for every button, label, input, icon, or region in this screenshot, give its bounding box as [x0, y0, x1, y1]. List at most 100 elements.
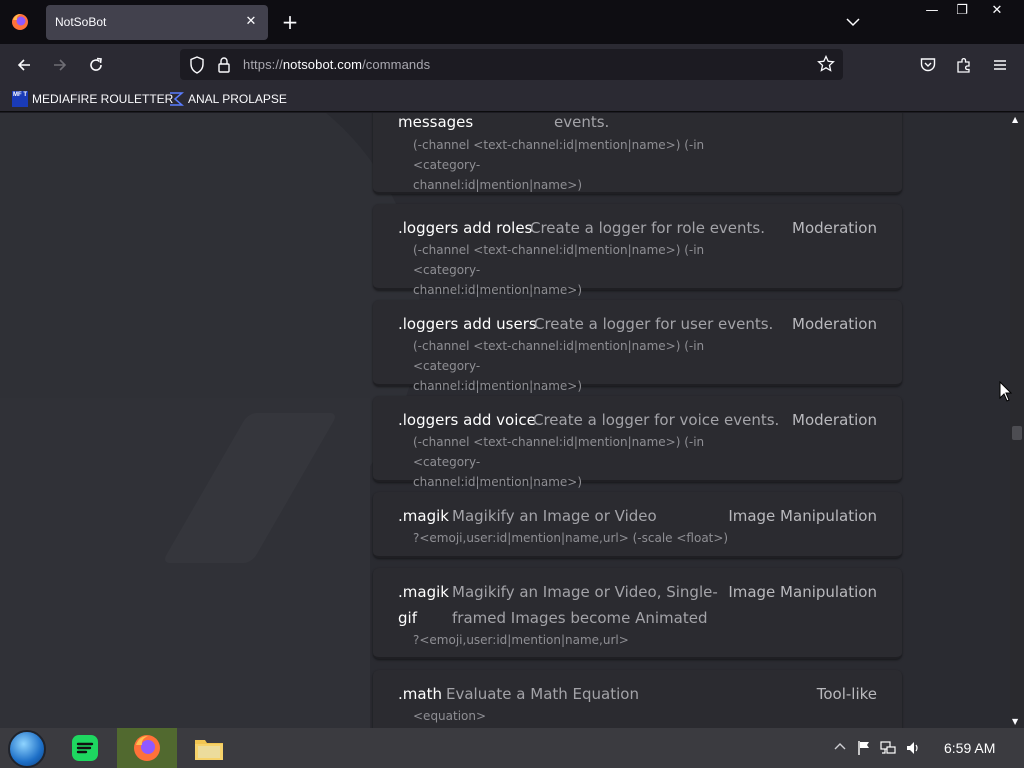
command-category: Tool-like [816, 685, 877, 703]
usage-line: (-channel <text-channel:id|mention|name>… [413, 339, 705, 373]
command-name-line2: messages [398, 113, 474, 131]
command-description: events. [554, 113, 610, 131]
usage-line: channel:id|mention|name>) [413, 379, 582, 393]
forward-button[interactable] [48, 53, 72, 77]
close-tab-icon[interactable]: ✕ [242, 13, 260, 31]
spotify-icon [72, 735, 98, 761]
usage-line: (-channel <text-channel:id|mention|name>… [413, 435, 705, 469]
restore-button[interactable]: ❐ [948, 2, 976, 22]
taskbar-file-explorer[interactable] [179, 728, 239, 768]
command-card: .magik gif Magikify an Image or Video, S… [373, 568, 902, 659]
new-tab-button[interactable]: + [279, 11, 301, 33]
command-description-line2: framed Images become Animated [452, 609, 708, 627]
bookmark-anal-prolapse[interactable]: ANAL PROLAPSE [168, 89, 287, 109]
usage-line: (-channel <text-channel:id|mention|name>… [413, 243, 705, 277]
usage-line: ?<emoji,user:id|mention|name,url> [413, 633, 629, 647]
command-name: .math [398, 685, 442, 703]
command-usage: (-channel <text-channel:id|mention|name>… [413, 135, 753, 195]
bookmark-label: MEDIAFIRE ROULETTER [32, 92, 174, 106]
url-bar[interactable]: https://notsobot.com/commands [180, 49, 843, 80]
command-card: messages events. (-channel <text-channel… [373, 113, 902, 194]
url-path: /commands [362, 57, 431, 72]
page-scrollbar[interactable]: ▲ ▼ [1010, 113, 1024, 728]
command-name-line2: gif [398, 609, 417, 627]
firefox-icon [134, 735, 160, 761]
pocket-button[interactable] [916, 53, 940, 77]
url-text[interactable]: https://notsobot.com/commands [243, 57, 430, 72]
back-arrow-icon [17, 59, 30, 71]
command-name: .loggers add voice [398, 411, 536, 429]
command-description: Evaluate a Math Equation [446, 685, 639, 703]
mouse-cursor-icon [999, 381, 1013, 402]
command-usage: (-channel <text-channel:id|mention|name>… [413, 432, 753, 492]
bookmarks-toolbar: MF T MEDIAFIRE ROULETTER ANAL PROLAPSE [0, 85, 1024, 112]
back-button[interactable] [12, 53, 36, 77]
command-card: .loggers add voice Create a logger for v… [373, 396, 902, 489]
scroll-up-icon[interactable]: ▲ [1012, 115, 1018, 124]
bookmark-star-icon[interactable] [817, 55, 835, 73]
command-card: .loggers add users Create a logger for u… [373, 300, 902, 393]
command-category: Image Manipulation [728, 507, 877, 525]
usage-line: <equation> [413, 709, 487, 723]
tab-title: NotSoBot [55, 15, 107, 29]
command-name: .loggers add roles [398, 219, 533, 237]
menu-button[interactable] [988, 53, 1012, 77]
bookmark-label: ANAL PROLAPSE [188, 92, 287, 106]
volume-icon[interactable] [905, 740, 921, 760]
url-prefix: https:// [243, 57, 283, 72]
folder-icon [195, 740, 223, 760]
tab-notsobot[interactable]: NotSoBot ✕ [46, 5, 268, 40]
reload-icon [90, 57, 102, 71]
command-usage: ?<emoji,user:id|mention|name,url> [413, 630, 753, 650]
scrollbar-thumb[interactable] [1012, 426, 1022, 440]
command-usage: (-channel <text-channel:id|mention|name>… [413, 336, 753, 396]
network-icon[interactable] [880, 740, 896, 760]
taskbar-spotify[interactable] [55, 728, 115, 768]
mediafire-icon: MF T [12, 91, 28, 107]
close-window-button[interactable]: ✕ [983, 2, 1011, 22]
pocket-icon [920, 58, 936, 72]
command-card: .magik Magikify an Image or Video Image … [373, 492, 902, 558]
command-category: Moderation [792, 315, 877, 333]
command-usage: <equation> [413, 706, 753, 726]
command-category: Image Manipulation [728, 583, 877, 601]
lock-icon[interactable] [217, 56, 231, 74]
command-name: .loggers add users [398, 315, 537, 333]
command-category: Moderation [792, 411, 877, 429]
command-name: .magik [398, 583, 449, 601]
minimize-button[interactable]: — [918, 2, 946, 22]
usage-line: channel:id|mention|name>) [413, 283, 582, 297]
command-description: Create a logger for role events. [530, 219, 765, 237]
usage-line: ?<emoji,user:id|mention|name,url> (-scal… [413, 531, 729, 545]
command-category: Moderation [792, 219, 877, 237]
firefox-icon [12, 14, 28, 30]
command-card: .loggers add roles Create a logger for r… [373, 204, 902, 297]
command-card: .math Evaluate a Math Equation Tool-like… [373, 670, 902, 728]
extensions-button[interactable] [952, 53, 976, 77]
scroll-down-icon[interactable]: ▼ [1012, 717, 1018, 726]
command-description: Magikify an Image or Video, Single- [452, 583, 718, 601]
command-description: Magikify an Image or Video [452, 507, 657, 525]
reload-button[interactable] [84, 53, 108, 77]
usage-line: channel:id|mention|name>) [413, 475, 582, 489]
command-description: Create a logger for user events. [534, 315, 774, 333]
flag-icon[interactable] [857, 740, 871, 760]
page-content: messages events. (-channel <text-channel… [0, 113, 1010, 728]
chevron-down-icon[interactable] [842, 12, 864, 32]
command-usage: (-channel <text-channel:id|mention|name>… [413, 240, 753, 300]
puzzle-icon [957, 58, 970, 73]
bookmark-mediafire[interactable]: MF T MEDIAFIRE ROULETTER [12, 89, 173, 109]
tab-strip: NotSoBot ✕ + — ❐ ✕ [0, 0, 1024, 44]
forward-arrow-icon [54, 59, 67, 71]
taskbar: 6:59 AM [0, 728, 1024, 768]
command-description: Create a logger for voice events. [533, 411, 780, 429]
start-orb-icon[interactable] [8, 730, 46, 768]
hamburger-menu-icon [994, 60, 1006, 70]
shield-icon[interactable] [189, 56, 205, 74]
url-host: notsobot.com [282, 57, 363, 72]
chevron-up-icon[interactable] [833, 740, 847, 758]
taskbar-clock[interactable]: 6:59 AM [944, 740, 995, 756]
command-usage: ?<emoji,user:id|mention|name,url> (-scal… [413, 528, 753, 548]
usage-line: (-channel <text-channel:id|mention|name>… [413, 138, 705, 172]
taskbar-firefox[interactable] [117, 728, 177, 768]
